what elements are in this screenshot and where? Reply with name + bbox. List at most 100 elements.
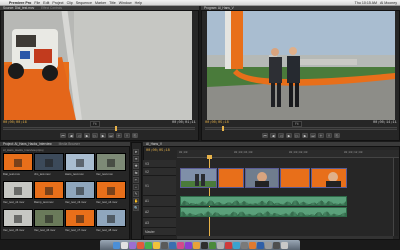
- tool-icon[interactable]: ✚: [133, 163, 139, 169]
- tool-icon[interactable]: ⇆: [133, 170, 139, 176]
- transport-button-icon[interactable]: ⏮: [60, 133, 66, 138]
- project-item[interactable]: Vec_test_v5.mov: [3, 209, 33, 232]
- transport-button-icon[interactable]: ⏭: [310, 133, 316, 138]
- video-clip[interactable]: [311, 168, 347, 188]
- dock-app-icon[interactable]: [160, 241, 168, 249]
- tab-source[interactable]: Source: Dial_test.mov: [3, 6, 34, 10]
- dock-app-icon[interactable]: [112, 241, 120, 249]
- project-item[interactable]: Vec_test_v2.mov: [3, 181, 33, 204]
- dock-app-icon[interactable]: [208, 241, 216, 249]
- track-header[interactable]: A3: [143, 218, 176, 228]
- video-clip[interactable]: [218, 168, 244, 188]
- transport-button-icon[interactable]: ⤒: [326, 133, 332, 138]
- transport-button-icon[interactable]: ◁: [76, 133, 82, 138]
- transport-button-icon[interactable]: ＋: [318, 133, 324, 138]
- tab-media-browser[interactable]: Media Browser: [59, 142, 80, 146]
- menu-item-title[interactable]: Title: [109, 1, 116, 5]
- menu-item-project[interactable]: Project: [52, 1, 63, 5]
- audio-clip[interactable]: [180, 196, 347, 206]
- tool-icon[interactable]: ⇹: [133, 156, 139, 162]
- transport-button-icon[interactable]: ▶: [286, 133, 292, 138]
- tool-icon[interactable]: ➤: [133, 149, 139, 155]
- dock-app-icon[interactable]: [152, 241, 160, 249]
- track-header[interactable]: V1: [143, 176, 176, 196]
- project-item[interactable]: Vec_test_v7.mov: [65, 209, 95, 232]
- dock-app-icon[interactable]: [216, 241, 224, 249]
- dock-app-icon[interactable]: [144, 241, 152, 249]
- dock-app-icon[interactable]: [168, 241, 176, 249]
- program-time-ruler[interactable]: [205, 127, 397, 130]
- project-item[interactable]: Vec_test_v4.mov: [96, 181, 126, 204]
- menu-item-help[interactable]: Help: [135, 1, 142, 5]
- tool-icon[interactable]: ⇔: [133, 184, 139, 190]
- timeline-timecode[interactable]: 00;00;05;18: [146, 149, 170, 153]
- video-clip[interactable]: [280, 168, 310, 188]
- audio-clip[interactable]: [180, 207, 347, 217]
- source-time-ruler[interactable]: [3, 127, 195, 130]
- source-timecode[interactable]: 00;00;00;16: [3, 121, 27, 125]
- dock-app-icon[interactable]: [224, 241, 232, 249]
- timeline-vertical-scrollbar[interactable]: [393, 158, 398, 236]
- transport-button-icon[interactable]: ▶: [302, 133, 308, 138]
- menu-item-file[interactable]: File: [34, 1, 40, 5]
- timeline-horizontal-scrollbar[interactable]: [177, 236, 393, 239]
- dock-app-icon[interactable]: [232, 241, 240, 249]
- transport-button-icon[interactable]: ◁: [278, 133, 284, 138]
- project-item[interactable]: Hans_test.mov: [65, 153, 95, 176]
- dock-app-icon[interactable]: [200, 241, 208, 249]
- track-header[interactable]: V2: [143, 168, 176, 176]
- menu-item-sequence[interactable]: Sequence: [76, 1, 92, 5]
- dock-app-icon[interactable]: [272, 241, 280, 249]
- menu-item-premiere-pro[interactable]: Premiere Pro: [9, 1, 31, 5]
- video-clip[interactable]: [180, 168, 217, 188]
- transport-button-icon[interactable]: ▶: [84, 133, 90, 138]
- dock-app-icon[interactable]: [120, 241, 128, 249]
- video-clip[interactable]: [245, 168, 279, 188]
- track-header[interactable]: V3: [143, 160, 176, 168]
- dock-app-icon[interactable]: [176, 241, 184, 249]
- menu-item-marker[interactable]: Marker: [95, 1, 106, 5]
- transport-button-icon[interactable]: ＋: [116, 133, 122, 138]
- menubar-user[interactable]: Al Mooney: [380, 1, 397, 5]
- dock-app-icon[interactable]: [264, 241, 272, 249]
- dock-app-icon[interactable]: [256, 241, 264, 249]
- menu-item-edit[interactable]: Edit: [43, 1, 49, 5]
- track-header[interactable]: A2: [143, 207, 176, 218]
- dock-app-icon[interactable]: [192, 241, 200, 249]
- project-item[interactable]: Jim_test.mov: [34, 153, 64, 176]
- program-playhead[interactable]: [222, 126, 224, 131]
- transport-button-icon[interactable]: ▷: [92, 133, 98, 138]
- dock-app-icon[interactable]: [136, 241, 144, 249]
- tool-icon[interactable]: 🔍: [133, 205, 139, 211]
- dock-app-icon[interactable]: [280, 241, 288, 249]
- project-item[interactable]: Ramp_test.mov: [34, 181, 64, 204]
- menubar-clock[interactable]: Thu 10:15 AM: [355, 1, 377, 5]
- tab-sequence[interactable]: Al_Hans_V: [146, 142, 162, 146]
- timeline-playhead-handle[interactable]: [207, 155, 212, 159]
- transport-button-icon[interactable]: ◀: [270, 133, 276, 138]
- tool-icon[interactable]: ✎: [133, 191, 139, 197]
- transport-button-icon[interactable]: ⏭: [108, 133, 114, 138]
- transport-button-icon[interactable]: ⤒: [124, 133, 130, 138]
- source-playhead[interactable]: [115, 126, 117, 131]
- track-header[interactable]: A1: [143, 196, 176, 207]
- tab-program[interactable]: Program: Al_Hans_V: [204, 6, 234, 10]
- project-item[interactable]: Diai_test.mov: [3, 153, 33, 176]
- dock-app-icon[interactable]: [128, 241, 136, 249]
- transport-button-icon[interactable]: ⏮: [262, 133, 268, 138]
- dock-app-icon[interactable]: [184, 241, 192, 249]
- dock-app-icon[interactable]: [248, 241, 256, 249]
- menu-item-clip[interactable]: Clip: [67, 1, 73, 5]
- transport-button-icon[interactable]: ⎘: [132, 133, 138, 138]
- project-item[interactable]: Vec_test.mov: [96, 153, 126, 176]
- project-item[interactable]: Vec_test_v3.mov: [65, 181, 95, 204]
- tool-icon[interactable]: ✋: [133, 198, 139, 204]
- menu-item-window[interactable]: Window: [119, 1, 132, 5]
- tool-icon[interactable]: ✂: [133, 177, 139, 183]
- program-timecode[interactable]: 00;00;05;18: [205, 121, 229, 125]
- project-item[interactable]: Vec_test_v8.mov: [96, 209, 126, 232]
- tab-project[interactable]: Project: Al_Hans_Hacks_Interview: [3, 142, 52, 146]
- transport-button-icon[interactable]: ▷: [294, 133, 300, 138]
- dock-app-icon[interactable]: [240, 241, 248, 249]
- project-item[interactable]: Vec_test_v6.mov: [34, 209, 64, 232]
